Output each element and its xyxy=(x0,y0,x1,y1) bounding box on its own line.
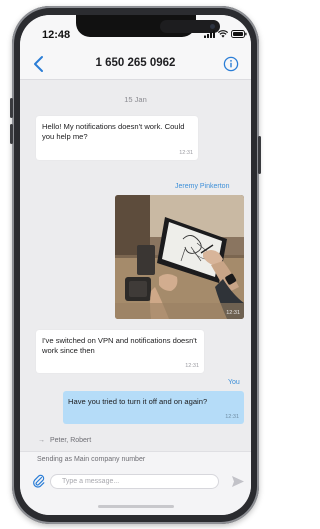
wifi-icon xyxy=(218,30,228,38)
contact-phone-number: 1 650 265 0962 xyxy=(95,57,176,69)
message-list[interactable]: 15 Jan Hello! My notifications doesn't w… xyxy=(20,80,251,450)
phone-screen: 12:48 1 650 265 0962 15 Jan Hello! My no… xyxy=(20,15,251,515)
message-incoming[interactable]: Hello! My notifications doesn't work. Co… xyxy=(36,116,198,160)
participants-row: → Peter, Robert xyxy=(38,437,91,444)
message-text: Have you tried to turn it off and on aga… xyxy=(68,397,208,406)
info-icon[interactable] xyxy=(223,56,239,72)
sender-name: You xyxy=(228,379,240,386)
power-button xyxy=(258,136,261,174)
volume-up-button xyxy=(10,98,13,118)
message-time: 12:31 xyxy=(226,310,240,316)
chat-header: 1 650 265 0962 xyxy=(20,49,251,80)
signal-icon xyxy=(204,30,215,38)
sender-name: Jeremy Pinkerton xyxy=(175,183,230,190)
message-text: I've switched on VPN and notifications d… xyxy=(42,336,197,356)
message-text: Hello! My notifications doesn't work. Co… xyxy=(42,122,185,142)
participants-names: Peter, Robert xyxy=(49,437,92,444)
message-time: 12:31 xyxy=(185,362,199,369)
date-separator: 15 Jan xyxy=(124,95,147,104)
message-image[interactable]: 12:31 xyxy=(115,195,244,319)
composer: Sending as Main company number xyxy=(20,451,251,515)
message-time: 12:31 xyxy=(225,413,239,420)
camera-lens xyxy=(210,24,215,29)
status-bar: 12:48 xyxy=(20,15,251,49)
home-indicator xyxy=(98,505,174,508)
paperclip-icon[interactable] xyxy=(32,474,46,488)
notch xyxy=(76,15,220,37)
status-time: 12:48 xyxy=(42,29,71,41)
message-time: 12:31 xyxy=(179,149,193,156)
battery-icon xyxy=(231,30,247,38)
message-outgoing[interactable]: Have you tried to turn it off and on aga… xyxy=(63,391,244,424)
message-input[interactable] xyxy=(50,474,219,489)
message-incoming[interactable]: I've switched on VPN and notifications d… xyxy=(36,330,204,373)
send-icon[interactable] xyxy=(231,475,245,488)
photo-artist-drawing-on-tablet xyxy=(115,195,244,319)
volume-down-button xyxy=(10,124,13,144)
sending-as-label: Sending as Main company number xyxy=(37,456,146,463)
status-icons xyxy=(204,30,247,38)
arrow-right-icon: → xyxy=(38,437,45,444)
